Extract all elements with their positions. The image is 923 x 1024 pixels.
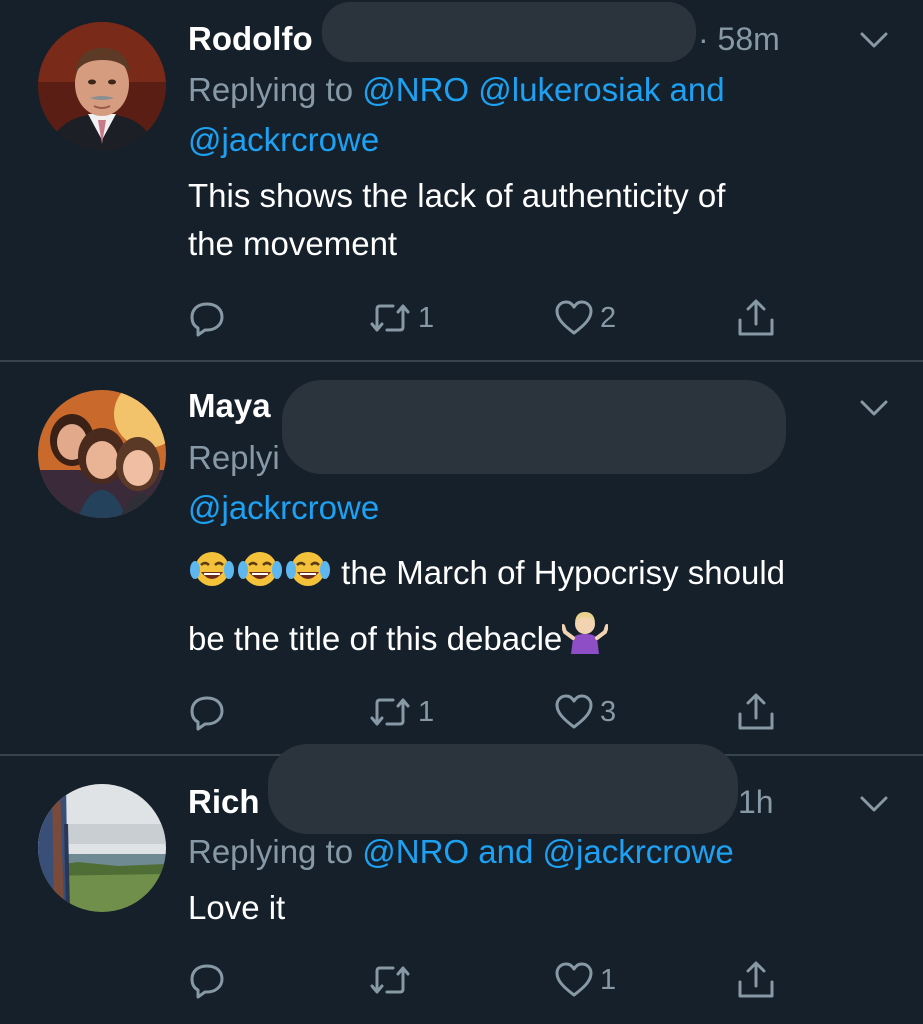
user-name[interactable]: Maya [188,386,271,426]
face-with-tears-of-joy-icon [238,552,282,586]
tweet-text-line: be the title of this debacle [188,610,908,664]
like-icon [555,300,593,335]
chevron-down-icon[interactable] [858,396,890,420]
timestamp[interactable]: · 58m [698,19,780,59]
chevron-down-icon[interactable] [858,28,890,52]
retweet-button[interactable]: 1 [368,690,434,734]
tweet-text-fragment: be the title of this debacle [188,620,563,657]
redacted-handle [268,744,738,834]
replying-to-continued: @jackrcrowe [188,486,379,530]
reply-button[interactable] [188,958,226,1002]
tweet[interactable]: Maya Replyi @jackrcrowe the March of Hyp… [0,362,923,752]
like-icon [555,962,593,997]
replying-to-continued: @jackrcrowe [188,118,379,162]
retweet-count: 1 [418,301,435,334]
replying-to-label: Replying to [188,71,363,108]
tweet[interactable]: Rodolfo · 58m Replying to @NRO @lukerosi… [0,0,923,360]
retweet-count: 1 [418,695,435,728]
timestamp[interactable]: 1h [738,782,774,822]
replying-to: Replying to @NRO @lukerosiak and [188,68,725,112]
tweet-text-line: This shows the lack of authenticity of [188,177,726,214]
and-label[interactable]: and [670,71,725,108]
tweet-text-line: the movement [188,225,398,262]
mention-link[interactable]: @NRO [362,71,469,108]
user-name[interactable]: Rich [188,782,260,822]
like-count: 3 [600,695,617,728]
retweet-icon [370,966,410,994]
reply-button[interactable] [188,690,226,734]
like-button[interactable]: 3 [554,690,616,734]
retweet-button[interactable]: 1 [368,296,434,340]
retweet-button[interactable] [368,958,418,1002]
mention-link[interactable]: @jackrcrowe [188,489,379,526]
mention-link[interactable]: @jackrcrowe [543,833,734,870]
share-icon [738,693,774,730]
reply-icon [190,302,224,337]
reply-icon [190,964,224,999]
redacted-handle [282,380,786,474]
like-count: 1 [600,963,617,996]
avatar[interactable] [38,390,166,518]
like-count: 2 [600,301,617,334]
retweet-icon [370,698,410,726]
tweet[interactable]: Rich 1h Replying to @NRO and @jackrcrowe… [0,744,923,1024]
tweet-text: Love it [188,884,888,932]
person-shrugging-icon [562,612,609,654]
mention-link[interactable]: @NRO [362,833,469,870]
share-button[interactable] [736,690,776,734]
chevron-down-icon[interactable] [858,792,890,816]
reply-icon [190,696,224,731]
mention-link[interactable]: @jackrcrowe [188,121,379,158]
mention-link[interactable]: @lukerosiak [478,71,660,108]
tweet-text-line: Love it [188,889,286,926]
share-icon [738,299,774,336]
tweet-text: This shows the lack of authenticity of t… [188,172,888,268]
redacted-handle [322,2,696,62]
user-name[interactable]: Rodolfo [188,19,313,59]
and-label[interactable]: and [478,833,533,870]
face-with-tears-of-joy-icon [286,552,330,586]
like-icon [555,694,593,729]
tweet-text-fragment: the March of Hypocrisy should [341,554,786,591]
replying-to: Replyi [188,436,280,480]
share-icon [738,961,774,998]
replying-to: Replying to @NRO and @jackrcrowe [188,830,734,874]
share-button[interactable] [736,958,776,1002]
tweet-text: the March of Hypocrisy should be the tit… [188,548,908,664]
like-button[interactable]: 1 [554,958,616,1002]
tweet-text-line: the March of Hypocrisy should [188,548,908,598]
face-with-tears-of-joy-icon [190,552,234,586]
avatar[interactable] [38,22,166,150]
share-button[interactable] [736,296,776,340]
retweet-icon [370,304,410,332]
avatar[interactable] [38,784,166,912]
replying-to-label: Replying to [188,833,363,870]
like-button[interactable]: 2 [554,296,616,340]
reply-button[interactable] [188,296,226,340]
replying-to-label: Replyi [188,439,280,476]
